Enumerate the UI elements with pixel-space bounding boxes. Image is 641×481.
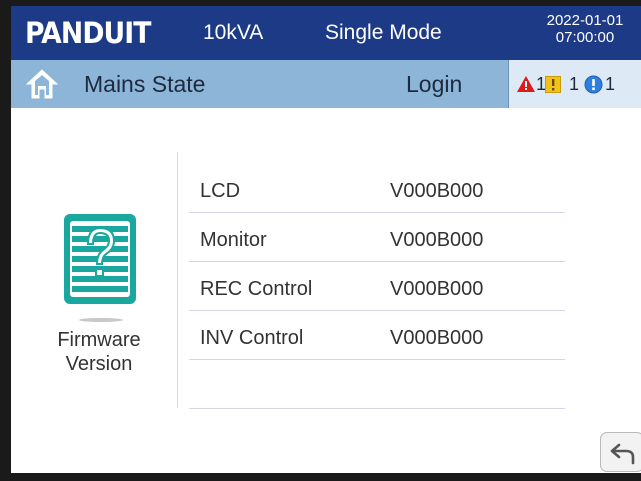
firmware-label-line1: Firmware bbox=[57, 329, 141, 351]
fault-alarm[interactable]: 1 bbox=[517, 60, 546, 108]
component-name: INV Control bbox=[200, 327, 304, 349]
home-icon[interactable] bbox=[25, 67, 59, 101]
back-button[interactable] bbox=[600, 432, 641, 472]
login-button[interactable]: Login bbox=[406, 60, 462, 108]
component-version: V000B000 bbox=[390, 229, 484, 251]
component-name: REC Control bbox=[200, 278, 313, 300]
back-arrow-icon bbox=[610, 443, 635, 465]
datetime: 2022-01-01 07:00:00 bbox=[530, 12, 640, 46]
info-circle-icon bbox=[584, 75, 603, 93]
firmware-label-line2: Version bbox=[65, 353, 133, 375]
component-name: LCD bbox=[200, 180, 241, 202]
table-row: LCD V000B000 bbox=[189, 164, 565, 213]
component-name: Monitor bbox=[200, 229, 267, 251]
mode-label: Single Mode bbox=[325, 21, 442, 44]
firmware-table: LCD V000B000 Monitor V000B000 REC Contro… bbox=[189, 164, 565, 409]
firmware-version-label: Firmware Version bbox=[49, 328, 149, 376]
frame-bottom bbox=[0, 473, 641, 481]
info-alarm[interactable]: 1 bbox=[584, 60, 615, 108]
component-version: V000B000 bbox=[390, 327, 484, 349]
mains-state-title: Mains State bbox=[84, 71, 206, 97]
date-text: 2022-01-01 bbox=[546, 12, 624, 29]
brand-logo: PANDUIT bbox=[25, 16, 151, 50]
warning-square-icon bbox=[545, 75, 561, 93]
header-bar: PANDUIT 10kVA Single Mode 2022-01-01 07:… bbox=[11, 6, 641, 60]
component-version: V000B000 bbox=[390, 180, 484, 202]
frame-left bbox=[0, 0, 11, 481]
content-area: Firmware Version LCD V000B000 Monitor V0… bbox=[11, 108, 641, 473]
time-text: 07:00:00 bbox=[555, 29, 615, 46]
warning-count: 1 bbox=[569, 73, 580, 94]
table-row: REC Control V000B000 bbox=[189, 262, 565, 311]
warning-alarm[interactable]: 1 bbox=[545, 60, 579, 108]
table-row bbox=[189, 360, 565, 409]
status-bar: Mains State Login 1 1 1 bbox=[11, 60, 641, 108]
info-count: 1 bbox=[605, 73, 616, 94]
vertical-divider bbox=[177, 152, 178, 408]
capacity-label: 10kVA bbox=[203, 21, 264, 44]
firmware-version-icon bbox=[64, 214, 136, 304]
fault-triangle-icon bbox=[517, 76, 535, 92]
alarm-summary[interactable]: 1 1 1 bbox=[508, 60, 641, 108]
table-row: Monitor V000B000 bbox=[189, 213, 565, 262]
icon-shadow bbox=[79, 318, 123, 322]
component-version: V000B000 bbox=[390, 278, 484, 300]
table-row: INV Control V000B000 bbox=[189, 311, 565, 360]
